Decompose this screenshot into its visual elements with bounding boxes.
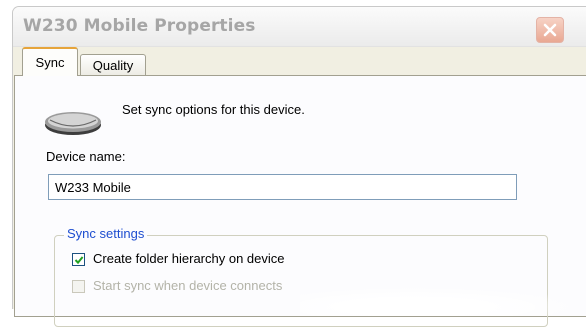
- title-bar[interactable]: W230 Mobile Properties: [13, 7, 586, 47]
- tab-quality[interactable]: Quality: [80, 54, 146, 76]
- device-name-field[interactable]: [48, 174, 517, 200]
- close-icon: [543, 23, 557, 37]
- portable-device-icon: [45, 112, 101, 135]
- sync-settings-title: Sync settings: [64, 226, 148, 241]
- start-sync-checkbox: [72, 280, 85, 293]
- faded-edge: [300, 286, 586, 316]
- create-folder-hierarchy-label[interactable]: Create folder hierarchy on device: [93, 251, 285, 266]
- close-button[interactable]: [536, 17, 564, 43]
- create-folder-hierarchy-checkbox[interactable]: [72, 253, 85, 266]
- checkmark-icon: [74, 256, 84, 265]
- device-name-label: Device name:: [46, 149, 126, 164]
- tab-sync-label: Sync: [35, 55, 65, 70]
- tab-sync[interactable]: Sync: [22, 47, 78, 76]
- window-title: W230 Mobile Properties: [23, 16, 256, 36]
- page-description: Set sync options for this device.: [122, 102, 305, 117]
- start-sync-label: Start sync when device connects: [93, 278, 283, 293]
- tab-quality-label: Quality: [92, 58, 134, 73]
